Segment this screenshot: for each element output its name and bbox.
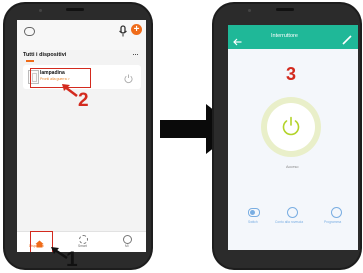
right-screen: Interruttore 3 Acceso Switch Conto alla … bbox=[228, 25, 358, 250]
more-dots-icon[interactable]: ··· bbox=[132, 50, 139, 59]
power-icon bbox=[280, 115, 302, 137]
app-header: + bbox=[17, 20, 146, 50]
power-button[interactable] bbox=[261, 97, 321, 157]
back-arrow-icon[interactable] bbox=[233, 33, 242, 46]
state-label: Acceso bbox=[286, 165, 299, 169]
chat-icon[interactable] bbox=[24, 27, 35, 36]
tab-label: Mi bbox=[125, 244, 129, 248]
microphone-icon[interactable] bbox=[118, 24, 128, 37]
add-icon[interactable]: + bbox=[131, 24, 142, 35]
tab-label: Smart bbox=[78, 244, 87, 248]
toggle-icon bbox=[248, 208, 260, 217]
step-3-label: 3 bbox=[286, 64, 297, 84]
smart-icon bbox=[79, 235, 88, 244]
action-label: Conto alla rovescia bbox=[275, 220, 304, 224]
phone-speaker bbox=[66, 8, 84, 11]
phone-camera bbox=[39, 9, 42, 12]
action-schedule[interactable]: Programma bbox=[320, 207, 352, 229]
phone-camera bbox=[248, 9, 251, 12]
switch-title: Interruttore bbox=[271, 33, 298, 39]
profile-icon bbox=[123, 235, 132, 244]
step-1-arrow bbox=[49, 246, 69, 262]
power-icon[interactable] bbox=[123, 71, 134, 84]
edit-pencil-icon[interactable] bbox=[342, 32, 352, 45]
action-label: Programma bbox=[324, 220, 342, 224]
tab-mi[interactable]: Mi bbox=[117, 234, 137, 252]
countdown-icon bbox=[287, 207, 298, 218]
left-screen: + Tutti i dispositivi ··· lampadina Pron… bbox=[17, 20, 146, 252]
step-2-arrow bbox=[60, 82, 80, 102]
action-switch[interactable]: Switch bbox=[242, 207, 266, 229]
section-underline bbox=[26, 60, 34, 62]
schedule-icon bbox=[331, 207, 342, 218]
switch-header: Interruttore bbox=[228, 25, 358, 49]
phone-speaker bbox=[276, 8, 294, 11]
section-title: Tutti i dispositivi bbox=[23, 52, 67, 58]
action-label: Switch bbox=[248, 220, 258, 224]
action-countdown[interactable]: Conto alla rovescia bbox=[272, 207, 312, 229]
